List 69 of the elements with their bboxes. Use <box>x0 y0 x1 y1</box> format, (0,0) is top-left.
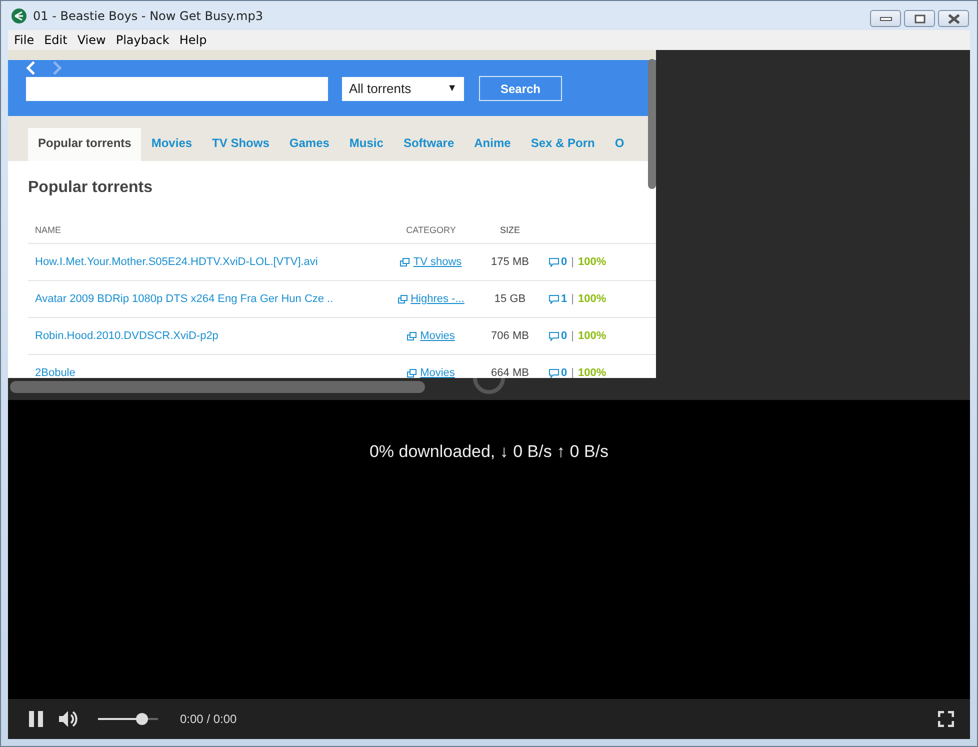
comment-icon <box>549 332 559 340</box>
torrent-link[interactable]: How.I.Met.Your.Mother.S05E24.HDTV.XviD-LOL.[VTV].avi <box>28 256 387 268</box>
comment-icon <box>549 258 559 266</box>
separator: | <box>571 256 574 268</box>
comment-count: 0 <box>561 367 568 378</box>
category-tab[interactable]: Popular torrents <box>28 128 142 161</box>
category-tab[interactable]: Music <box>339 128 394 160</box>
loading-spinner-icon <box>473 378 505 396</box>
search-field[interactable] <box>26 76 328 100</box>
category-link[interactable]: Movies <box>420 367 455 378</box>
separator: | <box>571 367 574 378</box>
category-tab[interactable]: O <box>604 128 634 160</box>
torrent-link[interactable]: 2Bobule <box>28 367 387 378</box>
volume-icon[interactable] <box>58 710 78 728</box>
close-button[interactable] <box>938 10 969 27</box>
window-icon <box>400 258 410 266</box>
pause-icon[interactable] <box>28 710 44 728</box>
category-tab[interactable]: TV Shows <box>202 128 280 160</box>
time-display: 0:00 / 0:00 <box>180 712 237 726</box>
health-text: 100% <box>578 367 606 378</box>
size-text: 175 MB <box>490 256 530 268</box>
category-link[interactable]: Highres -... <box>410 293 464 305</box>
column-header: CATEGORY <box>405 225 457 235</box>
download-status: 0% downloaded, ↓ 0 B/s ↑ 0 B/s <box>369 442 609 462</box>
category-dropdown[interactable]: All torrents ▼ <box>342 76 464 100</box>
app-icon <box>11 8 27 24</box>
comment-count: 0 <box>561 256 568 268</box>
back-icon[interactable] <box>26 61 36 75</box>
torrent-link[interactable]: Avatar 2009 BDRip 1080p DTS x264 Eng Fra Ger Hun Cze .. <box>28 293 387 305</box>
window-icon <box>398 294 408 304</box>
size-text: 664 MB <box>490 367 530 378</box>
category-tab[interactable]: Sex & Porn <box>520 128 605 160</box>
window-icon <box>407 332 418 340</box>
maximize-icon <box>914 14 926 24</box>
section-heading: Popular torrents <box>28 179 154 197</box>
size-text: 706 MB <box>490 330 530 342</box>
menu-item[interactable]: Playback <box>116 33 170 47</box>
separator: | <box>571 293 574 305</box>
menu-item[interactable]: Help <box>179 33 207 47</box>
category-tab[interactable]: Software <box>393 128 464 160</box>
category-tab[interactable]: Movies <box>141 128 202 160</box>
category-link[interactable]: TV shows <box>413 256 462 268</box>
column-header: SIZE <box>498 225 521 235</box>
vertical-scrollbar[interactable] <box>648 59 656 189</box>
category-link[interactable]: Movies <box>420 330 455 342</box>
separator: | <box>571 330 574 342</box>
torrent-link[interactable]: Robin.Hood.2010.DVDSCR.XviD-p2p <box>28 330 387 342</box>
menu-item[interactable]: File <box>14 33 34 47</box>
comment-count: 1 <box>561 293 568 305</box>
close-icon <box>948 14 960 24</box>
column-header: NAME <box>34 225 62 235</box>
menu-item[interactable]: Edit <box>44 33 68 47</box>
horizontal-scrollbar[interactable] <box>10 381 425 393</box>
search-button[interactable]: Search <box>479 76 562 101</box>
category-tab[interactable]: Anime <box>464 128 521 160</box>
minimize-button[interactable] <box>870 10 901 27</box>
size-text: 15 GB <box>493 293 527 305</box>
window-title: 01 - Beastie Boys - Now Get Busy.mp3 <box>33 8 263 22</box>
health-text: 100% <box>578 293 606 305</box>
category-tab[interactable]: Games <box>279 128 340 160</box>
health-text: 100% <box>578 330 606 342</box>
menu-item[interactable]: View <box>77 33 106 47</box>
health-text: 100% <box>578 256 606 268</box>
fullscreen-icon[interactable] <box>938 711 954 727</box>
comment-icon <box>549 294 559 304</box>
comment-count: 0 <box>561 330 568 342</box>
comment-icon <box>549 368 559 378</box>
maximize-button[interactable] <box>904 10 935 27</box>
minimize-icon <box>880 16 892 22</box>
